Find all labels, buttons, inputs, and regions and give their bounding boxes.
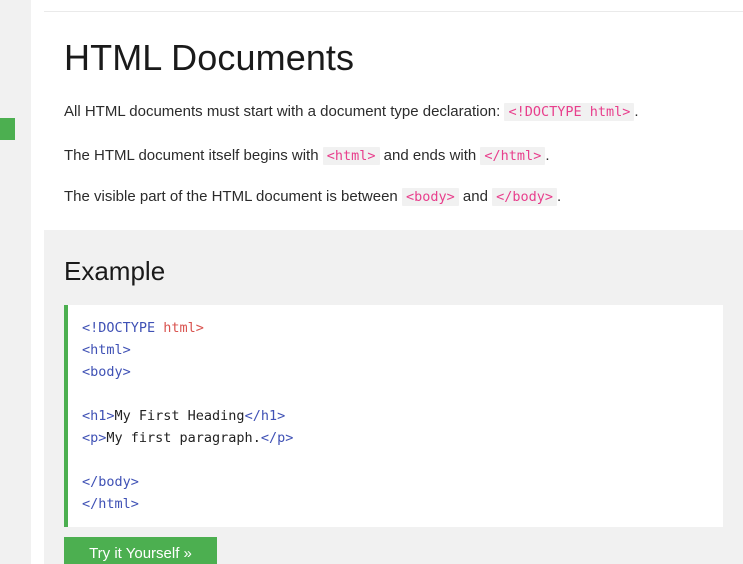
paragraph-doctype: All HTML documents must start with a doc… <box>64 101 734 123</box>
paragraph-body-tags: The visible part of the HTML document is… <box>64 186 734 208</box>
paragraph-text-end: . <box>545 147 550 164</box>
main-content: HTML Documents All HTML documents must s… <box>31 0 743 564</box>
code-token-h1-open: <h1> <box>82 408 115 424</box>
code-token-h1-text: My First Heading <box>114 408 245 424</box>
vertical-scrollbar-track[interactable] <box>16 0 47 564</box>
example-panel: Example <!DOCTYPE html> <html> <body> <h… <box>44 230 743 564</box>
inline-code-html-open: <html> <box>322 147 380 165</box>
try-it-yourself-button[interactable]: Try it Yourself » <box>64 537 217 564</box>
left-scroll-gutter <box>0 0 47 564</box>
paragraph-html-tags: The HTML document itself begins with <ht… <box>64 145 734 167</box>
inline-code-body-open: <body> <box>401 188 459 206</box>
code-token-p-close: </p> <box>260 430 294 446</box>
paragraph-text-mid: and ends with <box>379 147 481 164</box>
paragraph-text-mid: and <box>458 188 493 205</box>
code-token-body-close: </body> <box>82 474 139 490</box>
paragraph-text: The HTML document itself begins with <box>64 147 323 164</box>
code-token-html-open: <html> <box>82 342 131 358</box>
scroll-position-marker-icon <box>0 118 15 140</box>
code-token-body-open: <body> <box>82 364 131 380</box>
code-token-h1-close: </h1> <box>244 408 286 424</box>
code-token-p-text: My first paragraph. <box>106 430 261 446</box>
inline-code-body-close: </body> <box>492 188 558 206</box>
inline-code-html-close: </html> <box>480 147 546 165</box>
content-top-divider <box>44 11 743 12</box>
code-sample-block: <!DOCTYPE html> <html> <body> <h1>My Fir… <box>64 305 723 527</box>
paragraph-text: The visible part of the HTML document is… <box>64 188 402 205</box>
code-token-doctype-value: html> <box>163 320 204 336</box>
paragraph-text: All HTML documents must start with a doc… <box>64 103 505 120</box>
code-line-doctype-prefix: <!DOCTYPE html> <box>82 320 204 336</box>
page-root: HTML Documents All HTML documents must s… <box>0 0 743 564</box>
code-token-html-close: </html> <box>82 496 139 512</box>
example-heading: Example <box>64 256 166 286</box>
code-token-p-open: <p> <box>82 430 107 446</box>
paragraph-text-end: . <box>634 103 639 120</box>
paragraph-text-end: . <box>557 188 562 205</box>
code-token-doctype: <!DOCTYPE <box>82 320 164 336</box>
code-sample-text: <!DOCTYPE html> <html> <body> <h1>My Fir… <box>68 305 723 515</box>
inline-code-doctype: <!DOCTYPE html> <box>504 103 635 121</box>
page-title: HTML Documents <box>64 37 355 78</box>
